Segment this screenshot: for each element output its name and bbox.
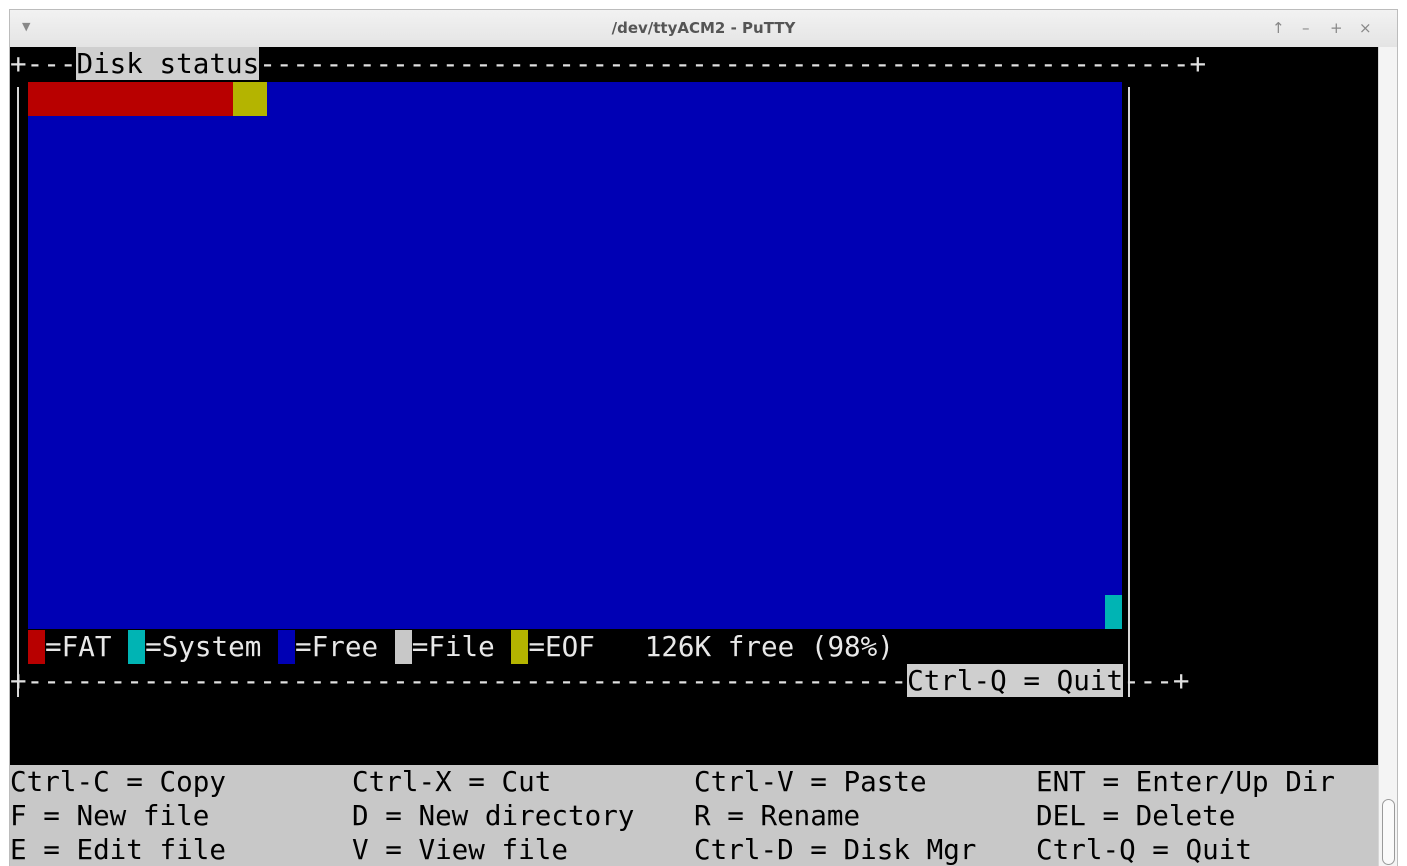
shortcut-row: Ctrl-C = Copy Ctrl-X = Cut Ctrl-V = Past… bbox=[10, 765, 1378, 799]
system-swatch bbox=[128, 630, 146, 664]
shortcut-copy: Ctrl-C = Copy bbox=[10, 765, 226, 798]
disk-legend: =FAT =System =Free =File =EOF 126K free … bbox=[28, 630, 894, 664]
terminal-scrollbar[interactable] bbox=[1378, 47, 1397, 866]
keep-above-icon[interactable]: ↑ bbox=[1272, 19, 1285, 37]
shortcut-rename: R = Rename bbox=[694, 799, 861, 832]
file-swatch bbox=[394, 630, 412, 664]
disk-map-system-block bbox=[1105, 595, 1122, 629]
shortcut-row: F = New file D = New directory R = Renam… bbox=[10, 799, 1378, 833]
shortcut-quit: Ctrl-Q = Quit bbox=[1036, 833, 1252, 866]
putty-window: ▼ /dev/ttyACM2 - PuTTY ↑ – + × +---Disk … bbox=[9, 9, 1398, 866]
shortcut-paste: Ctrl-V = Paste bbox=[694, 765, 927, 798]
shortcut-new-file: F = New file bbox=[10, 799, 210, 832]
scrollbar-thumb[interactable] bbox=[1382, 799, 1395, 865]
eof-swatch bbox=[511, 630, 529, 664]
free-space-text: 126K free (98%) bbox=[644, 630, 894, 663]
maximize-icon[interactable]: + bbox=[1330, 19, 1343, 37]
disk-map-eof-block bbox=[233, 82, 267, 116]
legend-eof: =EOF bbox=[528, 630, 595, 663]
legend-free: =Free bbox=[295, 630, 379, 663]
shortcut-delete: DEL = Delete bbox=[1036, 799, 1236, 832]
shortcut-bar: Ctrl-C = Copy Ctrl-X = Cut Ctrl-V = Past… bbox=[10, 765, 1378, 866]
disk-panel-title: Disk status bbox=[76, 47, 260, 80]
terminal-area[interactable]: +---Disk status-------------------------… bbox=[10, 47, 1378, 866]
shortcut-new-directory: D = New directory bbox=[352, 799, 635, 832]
shortcut-row: E = Edit file V = View file Ctrl-D = Dis… bbox=[10, 833, 1378, 866]
shortcut-disk-mgr: Ctrl-D = Disk Mgr bbox=[694, 833, 977, 866]
disk-panel-bottom-border: +---------------------------------------… bbox=[10, 664, 1190, 697]
legend-fat: =FAT bbox=[45, 630, 112, 663]
shortcut-view-file: V = View file bbox=[352, 833, 568, 866]
shortcut-cut: Ctrl-X = Cut bbox=[352, 765, 552, 798]
disk-map-fat-blocks bbox=[28, 82, 233, 116]
title-bar: ▼ /dev/ttyACM2 - PuTTY ↑ – + × bbox=[10, 10, 1397, 48]
legend-file: =File bbox=[411, 630, 495, 663]
fat-swatch bbox=[28, 630, 45, 664]
legend-system: =System bbox=[145, 630, 262, 663]
shortcut-edit-file: E = Edit file bbox=[10, 833, 226, 866]
shortcut-enter-dir: ENT = Enter/Up Dir bbox=[1036, 765, 1336, 798]
close-icon[interactable]: × bbox=[1359, 19, 1372, 37]
free-swatch bbox=[278, 630, 295, 664]
disk-map-free-area bbox=[28, 82, 1122, 629]
disk-panel-top-border: +---Disk status-------------------------… bbox=[10, 47, 1207, 80]
minimize-icon[interactable]: – bbox=[1302, 19, 1310, 37]
disk-panel-right-border bbox=[1128, 87, 1130, 697]
disk-panel-left-border bbox=[17, 87, 19, 697]
window-title: /dev/ttyACM2 - PuTTY bbox=[611, 19, 796, 37]
quit-hint: Ctrl-Q = Quit bbox=[907, 664, 1124, 697]
